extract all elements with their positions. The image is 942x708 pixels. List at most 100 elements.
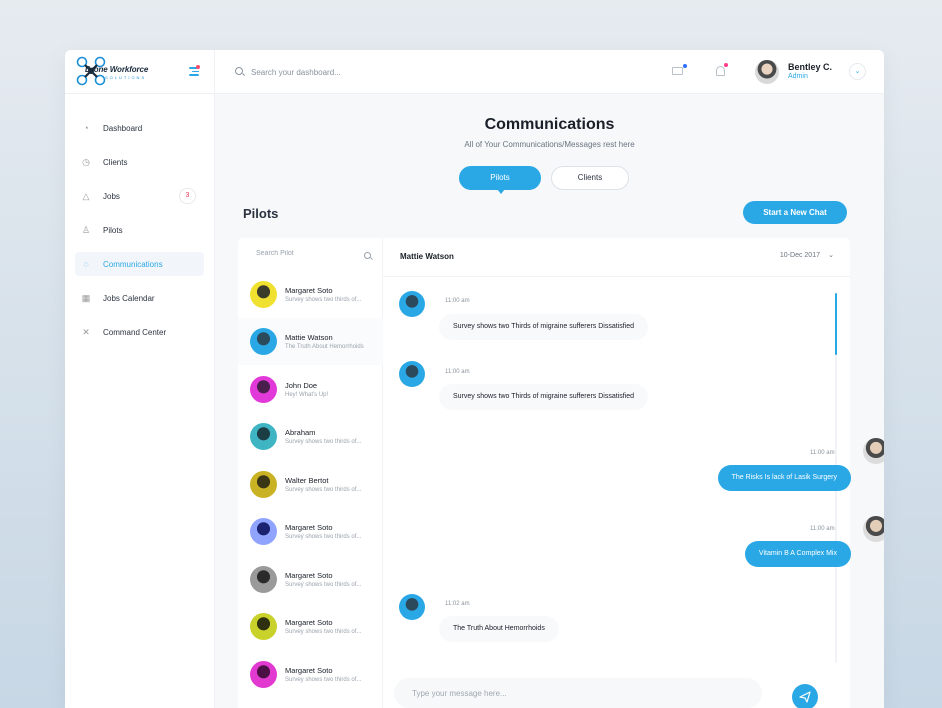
message-avatar: [399, 594, 425, 620]
contact-avatar: [250, 328, 277, 355]
search-icon: [364, 252, 371, 259]
contact-name: Margaret Soto: [285, 571, 333, 580]
message-avatar: [399, 361, 425, 387]
gauge-icon: ◔: [83, 123, 89, 133]
contact-preview: Survey shows two thirds of...: [285, 439, 362, 445]
bell-icon[interactable]: [716, 66, 725, 76]
sidebar-item-pilots[interactable]: ♙ Pilots: [75, 218, 204, 242]
contact-avatar: [250, 281, 277, 308]
contact-item[interactable]: Abraham Survey shows two thirds of...: [238, 413, 383, 460]
contact-item[interactable]: Margaret Soto Survey shows two thirds of…: [238, 508, 383, 555]
contact-item[interactable]: Margaret Soto Survey shows two thirds of…: [238, 603, 383, 650]
cross-tools-icon: ✕: [82, 327, 90, 337]
contact-item[interactable]: Margaret Soto Survey shows two thirds of…: [238, 556, 383, 603]
contact-avatar: [250, 566, 277, 593]
contact-preview: Survey shows two thirds of...: [285, 297, 362, 303]
sidebar-item-communications[interactable]: ◌ Communications: [75, 252, 204, 276]
start-new-chat-button[interactable]: Start a New Chat: [743, 201, 847, 224]
topbar: Bentley C. Admin ⌄: [215, 50, 884, 94]
sidebar-nav: ◔ Dashboard ◷ Clients △ Jobs 3 ♙ Pilots …: [65, 94, 214, 344]
message-bubble-outgoing: Vitamin B A Complex Mix: [744, 541, 851, 567]
message-time: 11:00 am: [810, 526, 835, 532]
contact-name: John Doe: [285, 381, 318, 390]
sidebar-item-command-center[interactable]: ✕ Command Center: [75, 320, 204, 344]
cone-icon: △: [82, 191, 90, 201]
sidebar-item-label: Communications: [103, 259, 163, 269]
message-input[interactable]: [394, 678, 762, 708]
brand-tagline: SOLUTIONS: [105, 75, 147, 80]
chat-divider: [383, 276, 850, 277]
clock-icon: ◷: [82, 157, 90, 167]
send-button[interactable]: [792, 684, 818, 708]
mail-icon[interactable]: [672, 67, 683, 75]
send-icon: [799, 691, 811, 703]
sidebar-item-dashboard[interactable]: ◔ Dashboard: [75, 116, 204, 140]
contact-name: Mattie Watson: [285, 333, 333, 342]
chevron-down-icon[interactable]: ⌄: [849, 63, 866, 80]
contact-preview: Survey shows two thirds of...: [285, 534, 362, 540]
chat-icon: ◌: [83, 259, 89, 269]
page-subtitle: All of Your Communications/Messages rest…: [464, 140, 635, 149]
message-bubble-incoming: Survey shows two Thirds of migraine suff…: [439, 384, 649, 410]
contact-name: Margaret Soto: [285, 523, 333, 532]
contact-name: Margaret Soto: [285, 286, 333, 295]
search-icon: [235, 67, 243, 75]
contact-item[interactable]: Mattie Watson The Truth About Hemorrhoid…: [238, 318, 383, 365]
contact-preview: Survey shows two thirds of...: [285, 487, 362, 493]
contact-avatar: [250, 613, 277, 640]
message-time: 11:02 am: [445, 601, 470, 607]
message-bubble-incoming: Survey shows two Thirds of migraine suff…: [439, 314, 649, 340]
logo[interactable]: Drone Workforce SOLUTIONS: [65, 50, 214, 94]
chat-contact-name: Mattie Watson: [400, 252, 454, 261]
tab-clients[interactable]: Clients: [551, 166, 629, 190]
message-time: 11:00 am: [445, 298, 470, 304]
user-name: Bentley C.: [788, 62, 833, 72]
message-bubble-outgoing: The Risks Is lack of Lasik Surgery: [717, 465, 851, 491]
contact-avatar: [250, 518, 277, 545]
contact-preview: Survey shows two thirds of...: [285, 629, 362, 635]
app-window: Drone Workforce SOLUTIONS ◔ Dashboard ◷ …: [65, 50, 884, 708]
jobs-count-badge: 3: [179, 188, 196, 204]
contact-item[interactable]: Walter Bertot Survey shows two thirds of…: [238, 461, 383, 508]
contact-item[interactable]: John Doe Hey! What's Up!: [238, 366, 383, 413]
contact-preview: Hey! What's Up!: [285, 392, 329, 398]
contact-list: Margaret Soto Survey shows two thirds of…: [238, 238, 383, 708]
contact-avatar: [250, 423, 277, 450]
sidebar-item-label: Dashboard: [103, 123, 143, 133]
contact-name: Walter Bertot: [285, 476, 329, 485]
sidebar-item-label: Jobs Calendar: [103, 293, 155, 303]
sidebar-item-clients[interactable]: ◷ Clients: [75, 150, 204, 174]
message-avatar: [399, 291, 425, 317]
page-title: Communications: [484, 116, 615, 133]
contact-item[interactable]: Margaret Soto Survey shows two thirds of…: [238, 651, 383, 698]
chat-scrollbar-thumb[interactable]: [835, 293, 837, 355]
contact-avatar: [250, 471, 277, 498]
mail-notification-dot: [683, 64, 687, 68]
contact-avatar: [250, 661, 277, 688]
contact-preview: The Truth About Hemorrhoids: [285, 344, 364, 350]
brand-name: Drone Workforce: [85, 65, 149, 74]
contact-name: Margaret Soto: [285, 618, 333, 627]
user-avatar[interactable]: [755, 60, 779, 84]
contact-name: Abraham: [285, 428, 316, 437]
user-role: Admin: [788, 73, 808, 80]
chat-panel: Mattie Watson 10-Dec 2017 ⌄ 11:00 am Sur…: [383, 238, 884, 708]
tab-pilots[interactable]: Pilots: [459, 166, 541, 194]
pilot-search-input[interactable]: [256, 250, 356, 257]
calendar-icon: ▦: [81, 293, 91, 303]
sidebar-item-jobs-calendar[interactable]: ▦ Jobs Calendar: [75, 286, 204, 310]
sidebar-item-label: Pilots: [103, 225, 123, 235]
chat-date[interactable]: 10-Dec 2017: [780, 252, 820, 259]
chevron-down-icon[interactable]: ⌄: [828, 251, 834, 259]
contact-avatar: [250, 376, 277, 403]
message-avatar: [863, 438, 884, 464]
sidebar: Drone Workforce SOLUTIONS ◔ Dashboard ◷ …: [65, 50, 215, 708]
contact-name: Margaret Soto: [285, 666, 333, 675]
section-title: Pilots: [243, 206, 279, 221]
dashboard-search-input[interactable]: [251, 64, 551, 80]
message-time: 11:00 am: [810, 450, 835, 456]
sidebar-item-jobs[interactable]: △ Jobs 3: [75, 184, 204, 208]
user-icon: ♙: [81, 225, 91, 235]
message-avatar: [863, 516, 884, 542]
contact-item[interactable]: Margaret Soto Survey shows two thirds of…: [238, 271, 383, 318]
